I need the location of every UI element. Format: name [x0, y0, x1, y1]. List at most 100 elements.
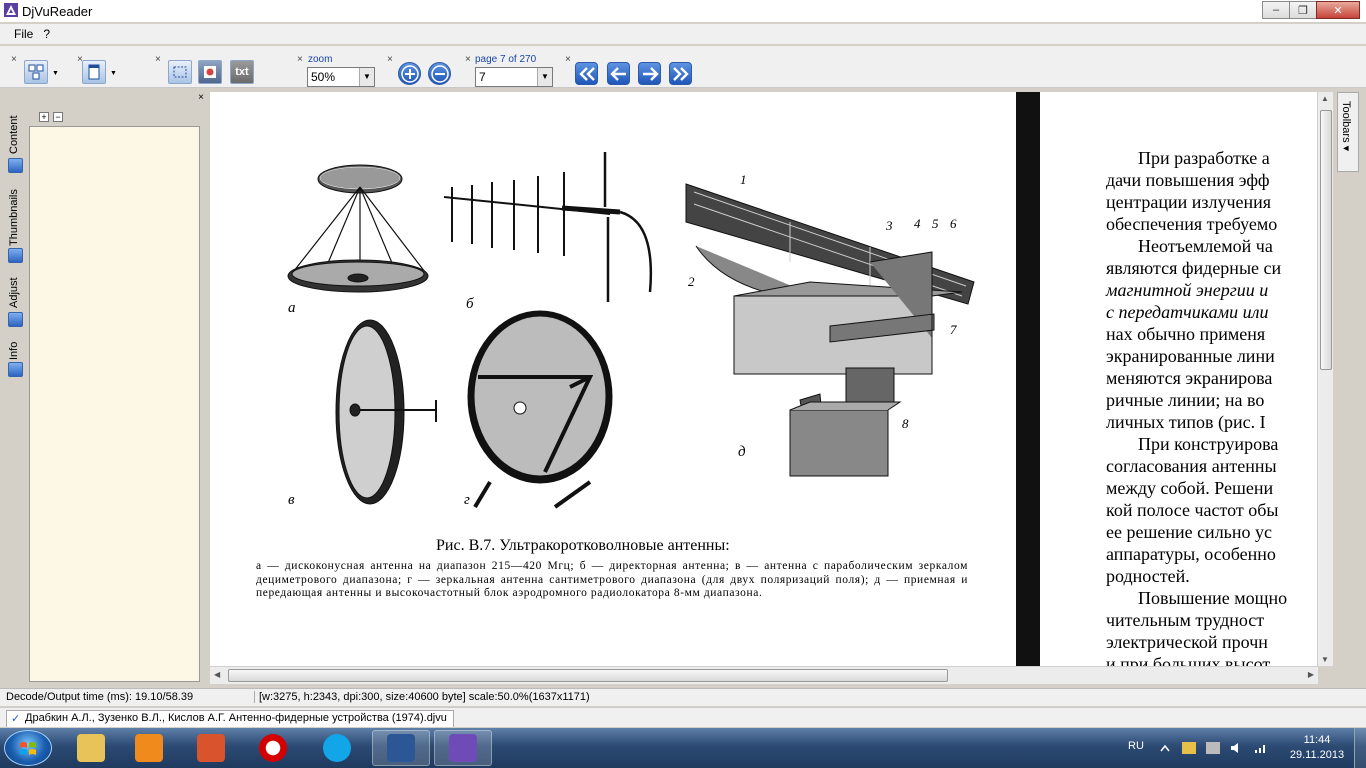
start-button[interactable]	[4, 730, 52, 766]
horizontal-scrollbar[interactable]: ◀ ▶	[210, 666, 1318, 684]
zoom-out-button[interactable]	[428, 62, 451, 85]
document-view[interactable]: а б в г д 1 2 3 4 5 6 7 8 Рис. В.7. Ульт…	[210, 92, 1332, 666]
zoom-in-button[interactable]	[398, 62, 421, 85]
page-layout-button[interactable]	[82, 60, 106, 84]
minimize-button[interactable]: –	[1262, 1, 1290, 19]
scroll-right-icon[interactable]: ▶	[1308, 670, 1314, 679]
text-line: с передатчиками или	[1106, 302, 1269, 322]
tab-info[interactable]: Info	[5, 336, 27, 382]
system-tray: RU 11:44 29.11.2013	[1124, 728, 1366, 768]
taskbar-word[interactable]	[372, 730, 430, 766]
figure-d-radar-block	[685, 183, 975, 477]
taskbar-skype[interactable]	[308, 730, 366, 766]
action-center-icon[interactable]	[1182, 742, 1196, 754]
document-tab[interactable]: ✓ Драбкин А.Л., Зузенко В.Л., Кислов А.Г…	[6, 710, 454, 727]
toolbars-panel-tab[interactable]: Toolbars ▾	[1337, 92, 1359, 172]
tab-content[interactable]: Content	[5, 100, 27, 174]
language-indicator[interactable]: RU	[1128, 740, 1144, 752]
djvu-icon	[449, 734, 477, 762]
figure-a-disc-cone-antenna	[287, 164, 429, 293]
clock[interactable]: 11:44 29.11.2013	[1284, 733, 1350, 763]
chevron-down-icon[interactable]: ▼	[110, 70, 117, 77]
callout-8: 8	[902, 416, 909, 431]
toolbar-close-icon[interactable]: ×	[387, 54, 393, 65]
callout-7: 7	[950, 322, 957, 337]
page-select[interactable]: 7 ▼	[475, 67, 553, 87]
text-line: Неотъемлемой ча	[1138, 236, 1273, 256]
taskbar-explorer[interactable]	[62, 730, 120, 766]
scroll-down-icon[interactable]: ▼	[1321, 655, 1329, 664]
toolbar-close-icon[interactable]: ×	[465, 54, 471, 65]
select-text-button[interactable]: txt	[230, 60, 254, 84]
panel-close-icon[interactable]: ×	[198, 92, 204, 103]
toolbar-close-icon[interactable]: ×	[155, 54, 161, 65]
menu-file[interactable]: File	[14, 27, 33, 41]
scroll-up-icon[interactable]: ▲	[1321, 94, 1329, 103]
toolbar-close-icon[interactable]: ×	[565, 54, 571, 65]
toolbar: × ▼ × ▼ × txt × zoom 50% ▼ × × page 7 of…	[0, 46, 1366, 88]
view-mode-button[interactable]	[24, 60, 48, 84]
windows-logo-icon	[20, 742, 36, 755]
figure-v-parabolic-antenna	[335, 319, 437, 505]
next-page-button[interactable]	[638, 62, 661, 85]
taskbar-djvureader[interactable]	[434, 730, 492, 766]
window-title: DjVuReader	[22, 4, 93, 19]
page-gutter	[1016, 92, 1040, 666]
zoom-in-icon	[400, 64, 419, 83]
collapse-all-button[interactable]: −	[53, 112, 63, 122]
restore-button[interactable]: ❐	[1289, 1, 1317, 19]
menu-help[interactable]: ?	[43, 27, 50, 41]
figure-label-a: а	[288, 300, 296, 316]
previous-page-button[interactable]	[607, 62, 630, 85]
volume-icon[interactable]	[1230, 742, 1244, 754]
tab-thumbnails-label: Thumbnails	[8, 189, 20, 246]
scroll-left-icon[interactable]: ◀	[214, 670, 220, 679]
sidebar-tabs: Content Thumbnails Adjust Info	[5, 100, 27, 390]
callout-4: 4	[914, 216, 921, 231]
chevron-down-icon[interactable]: ▼	[537, 68, 552, 86]
chevron-down-icon[interactable]: ▼	[52, 70, 59, 77]
chevron-down-icon[interactable]: ▼	[359, 68, 374, 86]
tray-expand-icon[interactable]	[1158, 742, 1172, 754]
vertical-scrollbar[interactable]: ▲ ▼	[1317, 92, 1333, 666]
word-icon	[387, 734, 415, 762]
taskbar-opera[interactable]	[244, 730, 302, 766]
zoom-select[interactable]: 50% ▼	[307, 67, 375, 87]
horizontal-scroll-thumb[interactable]	[228, 669, 948, 682]
text-line: между собой. Решени	[1106, 478, 1274, 498]
skype-icon	[323, 734, 351, 762]
toolbar-close-icon[interactable]: ×	[297, 54, 303, 65]
first-page-button[interactable]	[575, 62, 598, 85]
decode-time-status: Decode/Output time (ms): 19.10/58.39	[6, 691, 194, 703]
toolbars-label: Toolbars ▾	[1340, 101, 1352, 152]
djvu-app-icon	[4, 3, 18, 17]
toolbar-group-page-number: × page 7 of 270 7 ▼	[465, 50, 554, 87]
toolbar-close-icon[interactable]: ×	[11, 54, 17, 65]
taskbar-tool-app[interactable]	[182, 730, 240, 766]
vertical-scroll-thumb[interactable]	[1320, 110, 1332, 370]
device-icon[interactable]	[1206, 742, 1220, 754]
arrow-left-icon	[609, 66, 626, 81]
last-page-button[interactable]	[669, 62, 692, 85]
taskbar-media-player[interactable]	[120, 730, 178, 766]
clock-time: 11:44	[1303, 734, 1331, 746]
figure-label-g: г	[464, 492, 470, 508]
network-icon[interactable]	[1254, 742, 1268, 754]
title-bar: DjVuReader – ❐ ✕	[0, 0, 1366, 22]
show-desktop-button[interactable]	[1354, 728, 1366, 768]
expand-all-button[interactable]: +	[39, 112, 49, 122]
select-image-button[interactable]	[198, 60, 222, 84]
contents-tree[interactable]	[29, 126, 200, 682]
tab-thumbnails[interactable]: Thumbnails	[5, 180, 27, 266]
close-button[interactable]: ✕	[1316, 1, 1360, 19]
text-line: экранированные лини	[1106, 346, 1275, 366]
callout-5: 5	[932, 216, 939, 231]
tab-adjust[interactable]: Adjust	[5, 272, 27, 330]
select-region-button[interactable]	[168, 60, 192, 84]
text-line: чительным трудност	[1106, 610, 1265, 630]
check-icon: ✓	[11, 713, 21, 725]
figure-g-mirror-antenna	[467, 310, 613, 509]
text-line: дачи повышения эфф	[1106, 170, 1270, 190]
minimize-icon: –	[1272, 4, 1280, 16]
tab-adjust-label: Adjust	[8, 277, 20, 308]
